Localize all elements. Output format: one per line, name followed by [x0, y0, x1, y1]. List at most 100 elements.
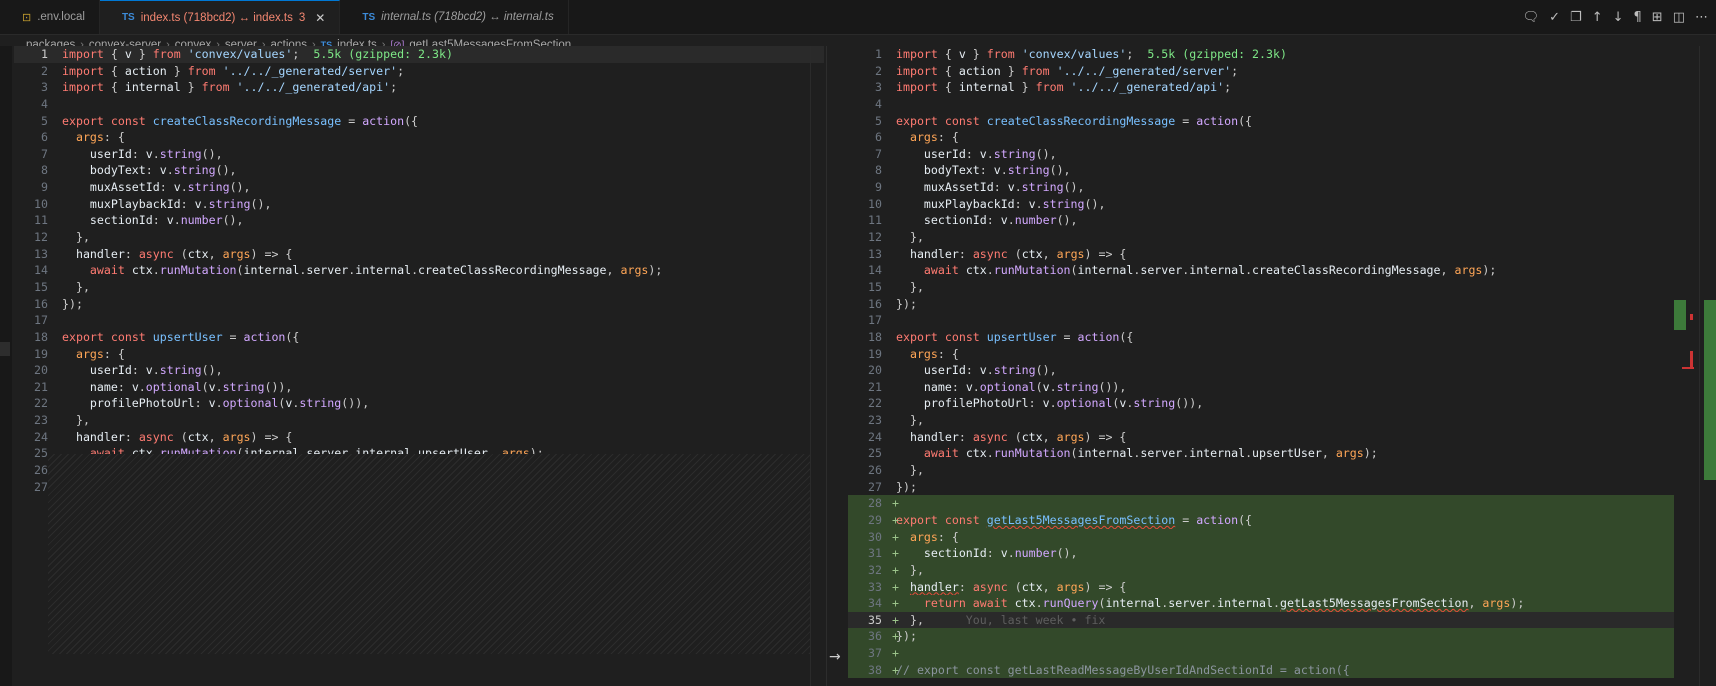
- code-text: handler: async (ctx, args) => {: [909, 579, 1127, 594]
- revert-arrow-icon[interactable]: →: [829, 649, 841, 665]
- code-line: 10 muxPlaybackId: v.string(),: [848, 196, 1674, 213]
- env-file-icon: ⊡: [22, 11, 32, 24]
- left-scrollbar[interactable]: [810, 46, 825, 686]
- code-line: 23 },: [848, 412, 1674, 429]
- code-line: 32 + },: [848, 561, 1674, 579]
- close-icon[interactable]: ✕: [315, 11, 325, 25]
- code-text: },: [62, 279, 90, 294]
- code-line: 12 },: [848, 229, 1674, 246]
- code-text: args: {: [909, 529, 959, 544]
- line-number: 1: [875, 47, 882, 61]
- code-line: 12 },: [14, 229, 824, 246]
- code-text: name: v.optional(v.string()),: [89, 379, 293, 394]
- tab-internal-diff[interactable]: TS internal.ts (718bcd2) ↔ internal.ts: [340, 0, 569, 34]
- line-number: 13: [868, 246, 882, 261]
- code-line: 18 export const upsertUser = action({: [848, 329, 1674, 346]
- code-text: await ctx.runMutation(internal.server.in…: [89, 263, 663, 278]
- book-icon[interactable]: ⊞: [1652, 10, 1663, 25]
- line-number: 3: [41, 80, 48, 95]
- more-icon[interactable]: ⋯: [1695, 10, 1708, 25]
- code-text: export const getLast5MessagesFromSection…: [896, 512, 1253, 527]
- arrow-up-icon[interactable]: ↑: [1592, 10, 1603, 25]
- added-line-icon: +: [892, 512, 899, 527]
- code-line: 29 + export const getLast5MessagesFromSect…: [848, 511, 1674, 529]
- typescript-icon: TS: [362, 11, 376, 23]
- editor-toolbar: 🗨 ✓ ❐ ↑ ↓ ¶ ⊞ ◫ ⋯: [1523, 0, 1708, 34]
- copy-icon[interactable]: ❐: [1570, 10, 1582, 25]
- line-number: 5: [875, 113, 882, 128]
- code-line: 19 args: {: [14, 346, 824, 363]
- code-line: 33 + handler: async (ctx, args) => {: [848, 578, 1674, 596]
- tab-env-local[interactable]: ⊡ .env.local: [0, 0, 100, 34]
- code-text: },: [896, 413, 924, 428]
- line-number: 23: [868, 413, 882, 428]
- code-text: profilePhotoUrl: v.optional(v.string()),: [923, 396, 1204, 411]
- line-number: 9: [41, 180, 48, 195]
- code-line: 24 handler: async (ctx, args) => {: [14, 429, 824, 446]
- overview-error-marker: [1682, 367, 1694, 369]
- code-line: 23 },: [14, 412, 824, 429]
- code-line: 4: [14, 96, 824, 113]
- code-text: handler: async (ctx, args) => {: [909, 429, 1127, 444]
- check-icon[interactable]: ✓: [1549, 10, 1560, 25]
- line-number: 37: [868, 646, 882, 661]
- code-text: });: [62, 296, 83, 311]
- code-text: export const upsertUser = action({: [62, 329, 300, 344]
- code-line: 8 bodyText: v.string(),: [848, 162, 1674, 179]
- pilcrow-icon[interactable]: ¶: [1634, 10, 1642, 25]
- code-line: 17: [14, 312, 824, 329]
- line-number: 30: [868, 529, 882, 544]
- arrow-down-icon[interactable]: ↓: [1613, 10, 1624, 25]
- line-number: 10: [34, 196, 48, 211]
- code-text: muxPlaybackId: v.string(),: [923, 196, 1106, 211]
- line-number: 31: [868, 546, 882, 561]
- code-line: 22 profilePhotoUrl: v.optional(v.string(…: [848, 395, 1674, 412]
- code-line: 2 import { action } from '../../_generate…: [14, 63, 824, 80]
- tab-index-diff[interactable]: TS index.ts (718bcd2) ↔ index.ts 3 ✕: [99, 0, 341, 34]
- line-number: 23: [34, 413, 48, 428]
- line-number: 18: [868, 329, 882, 344]
- code-text: import { v } from 'convex/values'; 5.5k …: [896, 47, 1287, 61]
- code-text: handler: async (ctx, args) => {: [75, 246, 293, 261]
- overview-added-marker: [1704, 300, 1716, 480]
- code-text: });: [896, 296, 917, 311]
- code-text: handler: async (ctx, args) => {: [909, 246, 1127, 261]
- code-text: });: [896, 479, 917, 494]
- added-line-icon: +: [892, 496, 899, 511]
- comment-icon[interactable]: 🗨: [1523, 10, 1540, 25]
- code-line: 15 },: [14, 279, 824, 296]
- line-number: 11: [34, 213, 48, 228]
- tab-label: internal.ts (718bcd2) ↔ internal.ts: [381, 11, 554, 23]
- split-icon[interactable]: ◫: [1673, 10, 1685, 25]
- tab-label: .env.local: [37, 11, 85, 23]
- code-text: await ctx.runMutation(internal.server.in…: [923, 446, 1378, 461]
- code-text: profilePhotoUrl: v.optional(v.string()),: [89, 396, 370, 411]
- code-line: 4: [848, 96, 1674, 113]
- code-line: 15 },: [848, 279, 1674, 296]
- code-text: userId: v.string(),: [923, 363, 1057, 378]
- line-number: 36: [868, 629, 882, 644]
- line-number: 12: [34, 230, 48, 245]
- code-text: await ctx.runMutation(internal.server.in…: [923, 263, 1497, 278]
- added-line-icon: +: [892, 579, 899, 594]
- code-line: 13 handler: async (ctx, args) => {: [14, 246, 824, 263]
- diff-empty-region: [48, 454, 810, 654]
- code-line: 35 + }, You, last week • fix: [848, 611, 1674, 629]
- left-margin: [0, 46, 12, 686]
- line-number: 3: [875, 80, 882, 95]
- modified-editor[interactable]: 1 import { v } from 'convex/values'; 5.5k…: [848, 46, 1674, 686]
- line-number: 6: [41, 130, 48, 145]
- code-text: userId: v.string(),: [89, 363, 223, 378]
- code-line: 21 name: v.optional(v.string()),: [14, 379, 824, 396]
- line-number: 7: [875, 146, 882, 161]
- added-line-icon: +: [892, 646, 899, 661]
- line-number: 10: [868, 196, 882, 211]
- line-number: 15: [868, 279, 882, 294]
- code-line: 26 },: [848, 462, 1674, 479]
- code-line: 19 args: {: [848, 346, 1674, 363]
- code-text: import { v } from 'convex/values'; 5.5k …: [62, 47, 453, 61]
- line-number: 16: [34, 296, 48, 311]
- code-line: 5 export const createClassRecordingMessag…: [14, 113, 824, 130]
- code-text: export const upsertUser = action({: [896, 329, 1134, 344]
- code-text: muxPlaybackId: v.string(),: [89, 196, 272, 211]
